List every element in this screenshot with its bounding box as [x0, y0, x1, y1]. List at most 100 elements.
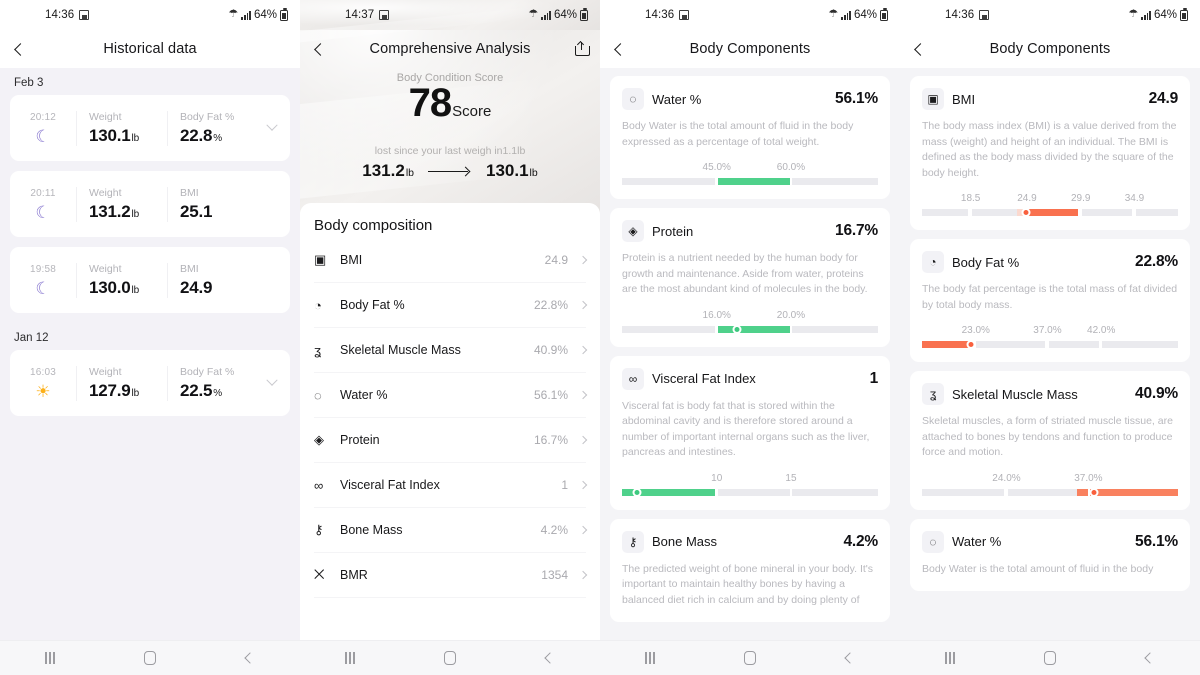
back-nav-button[interactable] [1120, 641, 1180, 675]
metric-value: 22.8% [180, 126, 258, 146]
chevron-right-icon [568, 570, 588, 580]
composition-row-bone-mass[interactable]: ⚷ Bone Mass 4.2% [314, 508, 588, 553]
range-bar-segment [1135, 209, 1178, 217]
page-title: Body Components [689, 41, 811, 57]
composition-row-protein[interactable]: ◈ Protein 16.7% [314, 418, 588, 463]
battery-icon [280, 7, 288, 21]
expand-button[interactable] [258, 374, 286, 387]
component-header: ∞ Visceral Fat Index 1 [622, 367, 879, 390]
visceral-fat-icon: ∞ [622, 367, 644, 390]
recents-button[interactable] [20, 641, 80, 675]
metric-label: BMI [180, 186, 199, 199]
chevron-right-icon [568, 480, 588, 490]
weight-to-number: 130.1 [486, 161, 529, 180]
android-nav-bar [900, 640, 1200, 675]
component-card[interactable]: ◌ Water % 56.1% Body Water is the total amo… [910, 518, 1190, 592]
component-description: Protein is a nutrient needed by the huma… [622, 252, 868, 296]
metric-number: 130.1 [89, 125, 131, 145]
component-name: Water % [652, 91, 702, 107]
android-nav-bar [600, 640, 900, 675]
signal-icon [841, 10, 851, 20]
range-bar-segment [622, 178, 716, 186]
signal-icon [241, 10, 251, 20]
record-time: 19:58 [29, 263, 57, 275]
scale-tick-label: 24.9 [1017, 193, 1037, 205]
home-button[interactable] [420, 641, 480, 675]
record-row[interactable]: 20:12 ☾ Weight 130.1lb Body Fat % 22.8% [10, 95, 290, 161]
recents-icon [645, 652, 655, 664]
component-card[interactable]: ʓ Skeletal Muscle Mass 40.9% Skeletal muscl… [910, 371, 1190, 510]
row-value: 4.2% [540, 523, 568, 537]
component-card[interactable]: ◔ Body Fat % 22.8% The body fat percentage … [910, 239, 1190, 363]
row-value: 24.9 [544, 253, 568, 267]
visceral-fat-icon: ∞ [314, 477, 324, 493]
moon-icon: ☾ [35, 126, 51, 146]
scale-ticks: 45.0% 60.0% [622, 162, 878, 176]
component-card[interactable]: ◌ Water % 56.1% Body Water is the total amo… [610, 76, 890, 200]
composition-row-water[interactable]: ◌ Water % 56.1% [314, 373, 588, 418]
back-nav-button[interactable] [220, 641, 280, 675]
wifi-icon: ☂ [528, 7, 539, 20]
scale-tick-label: 16.0% [702, 309, 731, 321]
metric-number: 130.0 [89, 277, 131, 297]
scale-tick-label: 29.9 [1070, 193, 1091, 205]
component-card[interactable]: ∞ Visceral Fat Index 1 Visceral fat is body… [610, 355, 890, 510]
row-label: Water % [340, 388, 388, 402]
metric-value: 130.1lb [89, 126, 167, 146]
home-button[interactable] [1020, 641, 1080, 675]
row-label: BMI [340, 253, 363, 267]
composition-row-skeletal-muscle-mass[interactable]: ʓ Skeletal Muscle Mass 40.9% [314, 328, 588, 373]
range-bar-fill [718, 325, 790, 333]
record-metric: BMI 24.9 [167, 262, 258, 298]
home-button[interactable] [720, 641, 780, 675]
bone-icon: ⚷ [314, 522, 324, 537]
phone-screen-historical-data: 14:36 ☂ 64% Historical data Feb 3 20:12 … [0, 0, 300, 675]
range-bar-marker [966, 340, 976, 350]
range-bar-segment [792, 178, 878, 186]
back-nav-button[interactable] [820, 641, 880, 675]
back-icon [544, 652, 556, 664]
recents-button[interactable] [920, 641, 980, 675]
row-label: Body Fat % [340, 298, 405, 312]
range-bar [622, 324, 878, 334]
component-value: 24.9 [1148, 90, 1179, 107]
scale-tick-label: 45.0% [702, 162, 731, 174]
metric-value: 25.1 [180, 202, 258, 222]
record-row[interactable]: 16:03 ☀ Weight 127.9lb Body Fat % 22.5% [10, 350, 290, 416]
component-name: Skeletal Muscle Mass [952, 386, 1078, 402]
back-icon [244, 652, 256, 664]
component-name: Bone Mass [652, 534, 718, 550]
component-card[interactable]: ◈ Protein 16.7% Protein is a nutrient neede… [610, 208, 890, 347]
save-icon [79, 10, 90, 20]
metric-label: Body Fat % [180, 365, 235, 378]
recents-button[interactable] [620, 641, 680, 675]
home-button[interactable] [120, 641, 180, 675]
page-title: Body Components [989, 41, 1111, 57]
range-bar [622, 178, 878, 186]
chevron-down-icon [266, 119, 278, 131]
metric-label: BMI [180, 262, 199, 275]
share-button[interactable] [562, 30, 600, 68]
component-description: Body Water is the total amount of fluid … [622, 120, 854, 148]
share-icon [574, 40, 590, 56]
status-bar: 14:36 ☂ 64% [900, 0, 1200, 30]
expand-button[interactable] [258, 119, 286, 132]
component-card[interactable]: ⚷ Bone Mass 4.2% The predicted weight of bo… [610, 518, 890, 623]
metric-number: 25.1 [180, 201, 213, 221]
scale-ticks: 16.0% 20.0% [622, 310, 878, 324]
composition-row-body-fat[interactable]: ◔ Body Fat % 22.8% [314, 283, 588, 328]
composition-row-bmr[interactable]: ⨉ BMR 1354 [314, 553, 588, 598]
component-card[interactable]: ▣ BMI 24.9 The body mass index (BMI) is a v… [910, 76, 1190, 231]
chevron-right-icon [568, 435, 588, 445]
recents-button[interactable] [320, 641, 380, 675]
component-value: 1 [869, 369, 879, 387]
record-row[interactable]: 20:11 ☾ Weight 131.2lb BMI 25.1 [10, 171, 290, 237]
composition-row-bmi[interactable]: ▣ BMI 24.9 [314, 238, 588, 283]
scale-tick-label: 60.0% [776, 162, 806, 174]
back-nav-button[interactable] [520, 641, 580, 675]
composition-row-visceral-fat-index[interactable]: ∞ Visceral Fat Index 1 [314, 463, 588, 508]
record-row[interactable]: 19:58 ☾ Weight 130.0lb BMI 24.9 [10, 247, 290, 313]
protein-icon: ◈ [622, 220, 644, 243]
weight-change-caption: lost since your last weigh in1.1lb [374, 145, 526, 157]
status-bar: 14:37 ☂ 64% [300, 0, 600, 30]
